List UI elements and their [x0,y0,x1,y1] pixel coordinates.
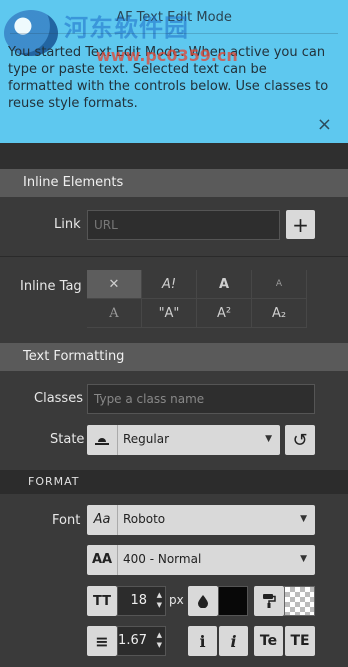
tag-subscript-button[interactable]: A₂ [252,299,307,328]
watermark-url: www.pc0359.cn [96,46,238,65]
divider [0,256,348,257]
inline-elements-header[interactable]: Inline Elements [0,169,348,197]
font-weight-icon: AA [87,545,118,575]
state-value: Regular [123,432,170,446]
classes-label: Classes [34,391,83,406]
italic-off-button[interactable]: i [188,626,217,656]
font-size-unit[interactable]: px [169,593,184,607]
chevron-down-icon: ▼ [265,434,272,444]
tag-strong-button[interactable]: A [197,270,252,299]
tag-small-button[interactable]: A [252,270,307,299]
background-color-swatch[interactable] [284,586,315,616]
tag-code-button[interactable]: A [87,299,142,328]
reset-state-button[interactable]: ↺ [285,425,315,455]
text-color-swatch[interactable] [218,586,248,616]
font-size-input[interactable]: 18 ▲ ▼ [117,586,166,616]
tooltip-divider [10,33,338,34]
tag-superscript-button[interactable]: A² [197,299,252,328]
chevron-down-icon: ▼ [300,514,307,524]
stepper-icon[interactable]: ▲ ▼ [157,630,162,650]
text-case-normal-button[interactable]: Te [254,626,283,656]
chevron-down-icon: ▼ [300,554,307,564]
line-height-value: 1.67 [118,633,147,648]
font-size-icon: TT [87,586,117,616]
background-color-button[interactable] [254,586,284,616]
tag-emphasis-button[interactable]: A! [142,270,197,299]
paint-roller-icon [263,594,276,608]
line-height-icon: ≡ [87,626,117,656]
state-label: State [50,432,85,447]
font-label: Font [52,513,81,528]
text-edit-mode-tooltip: AF Text Edit Mode 河东软件园 You started Text… [0,0,348,143]
drop-icon [198,595,208,608]
stepper-icon[interactable]: ▲ ▼ [157,590,162,610]
state-select[interactable]: Regular ▼ [87,425,280,455]
italic-on-button[interactable]: i [219,626,248,656]
tag-quote-button[interactable]: "A" [142,299,197,328]
add-link-button[interactable]: + [286,210,315,239]
reset-icon: ↺ [292,429,308,451]
font-family-select[interactable]: Aa Roboto ▼ [87,505,315,535]
close-icon[interactable]: × [317,114,332,135]
font-value: Roboto [123,512,166,526]
line-height-input[interactable]: 1.67 ▲ ▼ [117,626,166,656]
font-weight-value: 400 - Normal [123,552,202,566]
link-label: Link [54,217,81,232]
format-header: FORMAT [0,470,348,494]
inline-tag-label: Inline Tag [20,279,82,294]
font-weight-select[interactable]: AA 400 - Normal ▼ [87,545,315,575]
font-icon: Aa [87,505,118,535]
state-icon [87,425,118,455]
text-formatting-header[interactable]: Text Formatting [0,343,348,371]
text-color-button[interactable] [188,586,218,616]
plus-icon: + [292,212,309,237]
watermark-text: 河东软件园 [64,14,189,42]
link-url-input[interactable]: URL [87,210,280,240]
tag-none-button[interactable]: ✕ [87,270,142,299]
panel-top-strip [0,143,348,169]
class-name-input[interactable]: Type a class name [87,384,315,414]
text-case-uppercase-button[interactable]: TE [285,626,315,656]
inline-tag-grid: ✕ A! A A A "A" A² A₂ [87,270,308,328]
font-size-value: 18 [130,593,147,608]
